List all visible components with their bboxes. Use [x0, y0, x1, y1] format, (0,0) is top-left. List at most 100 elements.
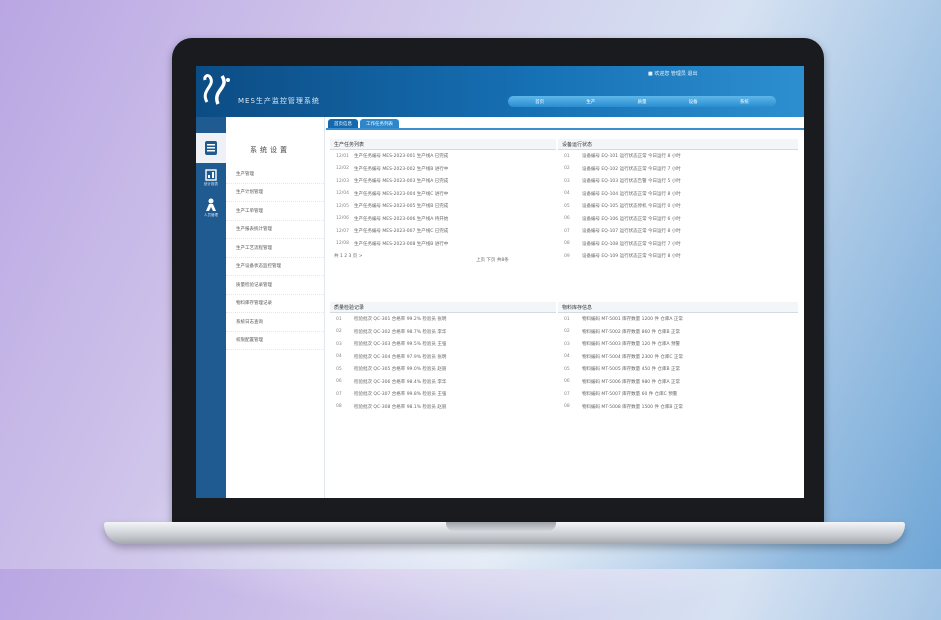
menu-item[interactable]: 生产报表统计管理 [226, 221, 324, 239]
row-text: 设备编号 EQ-107 运行状态正常 今日运行 8 小时 [582, 229, 681, 235]
row-text: 生产任务编号 MES-2023-004 生产线C 进行中 [354, 191, 449, 197]
list-item[interactable]: 08 设备编号 EQ-108 运行状态正常 今日运行 7 小时 [558, 238, 798, 251]
top-nav-item-production[interactable]: 生产 [586, 99, 595, 105]
list-item[interactable]: 02 检验批次 QC-302 合格率 98.7% 检验员 李华 [330, 326, 556, 339]
row-text: 检验批次 QC-301 合格率 99.2% 检验员 张明 [354, 317, 447, 323]
list-item[interactable]: 01 设备编号 EQ-101 运行状态正常 今日运行 8 小时 [558, 150, 798, 163]
row-date: 04 [336, 354, 342, 360]
list-item[interactable]: 12/06 生产任务编号 MES-2023-006 生产线A 待开始 [330, 213, 556, 226]
row-text: 检验批次 QC-307 合格率 99.8% 检验员 王强 [354, 392, 447, 398]
row-text: 设备编号 EQ-102 运行状态正常 今日运行 7 小时 [582, 166, 681, 172]
row-date: 07 [564, 391, 570, 397]
list-item[interactable]: 06 检验批次 QC-306 合格率 98.4% 检验员 李华 [330, 376, 556, 389]
app-header: MES生产监控管理系统 ■ 欢迎您 管理员 退出 首页 生产 质量 设备 系统 [196, 66, 804, 117]
row-date: 12/05 [336, 203, 349, 209]
app-logo-icon [203, 74, 230, 105]
list-item[interactable]: 06 设备编号 EQ-106 运行状态正常 今日运行 6 小时 [558, 213, 798, 226]
menu-title: 系统设置 [250, 146, 290, 154]
row-text: 生产任务编号 MES-2023-001 生产线A 已完成 [354, 154, 449, 160]
row-date: 06 [336, 379, 342, 385]
chart-icon [205, 169, 217, 181]
row-date: 12/02 [336, 166, 349, 172]
list-item[interactable]: 04 检验批次 QC-304 合格率 97.9% 检验员 张明 [330, 351, 556, 364]
top-nav-item-equipment[interactable]: 设备 [689, 99, 698, 105]
row-date: 03 [564, 341, 570, 347]
icon-sidebar-reports[interactable]: 统计报表 [196, 163, 226, 193]
icon-sidebar-people[interactable]: 人员管理 [196, 193, 226, 223]
row-date: 08 [336, 404, 342, 410]
icon-sidebar-people-label: 人员管理 [204, 213, 218, 217]
list-item[interactable]: 12/08 生产任务编号 MES-2023-008 生产线B 进行中 [330, 238, 556, 251]
row-date: 04 [564, 354, 570, 360]
row-text: 设备编号 EQ-108 运行状态正常 今日运行 7 小时 [582, 241, 681, 247]
list-item[interactable]: 01 检验批次 QC-301 合格率 99.2% 检验员 张明 [330, 313, 556, 326]
list-item[interactable]: 03 检验批次 QC-303 合格率 99.5% 检验员 王强 [330, 338, 556, 351]
main-content: 首页信息 工作任务列表 生产任务列表 12/01 生产任务编号 MES-2023-… [326, 117, 804, 498]
list-item[interactable]: 07 设备编号 EQ-107 运行状态正常 今日运行 8 小时 [558, 225, 798, 238]
list-item[interactable]: 07 检验批次 QC-307 合格率 99.8% 检验员 王强 [330, 388, 556, 401]
list-item[interactable]: 02 物料编码 MT-5002 库存数量 860 件 仓库B 正常 [558, 326, 798, 339]
list-item[interactable]: 12/05 生产任务编号 MES-2023-005 生产线B 已完成 [330, 200, 556, 213]
person-icon [206, 198, 216, 211]
menu-item[interactable]: 权限配置管理 [226, 332, 324, 350]
row-date: 06 [564, 379, 570, 385]
list-item[interactable]: 01 物料编码 MT-5001 库存数量 1200 件 仓库A 正常 [558, 313, 798, 326]
panel-title: 物料库存信息 [558, 302, 798, 313]
icon-sidebar-documents[interactable] [196, 133, 226, 163]
list-item[interactable]: 12/07 生产任务编号 MES-2023-007 生产线C 已完成 [330, 225, 556, 238]
menu-item[interactable]: 生产管理 [226, 165, 324, 184]
row-date: 05 [564, 366, 570, 372]
row-date: 08 [564, 404, 570, 410]
row-date: 02 [336, 329, 342, 335]
list-item[interactable]: 06 物料编码 MT-5006 库存数量 980 件 仓库A 正常 [558, 376, 798, 389]
list-item[interactable]: 09 设备编号 EQ-109 运行状态正常 今日运行 8 小时 [558, 250, 798, 263]
menu-item[interactable]: 生产工单管理 [226, 202, 324, 221]
list-item[interactable]: 05 检验批次 QC-305 合格率 99.0% 检验员 赵丽 [330, 363, 556, 376]
top-nav-item-quality[interactable]: 质量 [637, 99, 646, 105]
row-date: 04 [564, 191, 570, 197]
list-item[interactable]: 12/03 生产任务编号 MES-2023-003 生产线A 已完成 [330, 175, 556, 188]
row-text: 检验批次 QC-303 合格率 99.5% 检验员 王强 [354, 342, 447, 348]
list-item[interactable]: 12/02 生产任务编号 MES-2023-002 生产线B 进行中 [330, 163, 556, 176]
list-item[interactable]: 12/04 生产任务编号 MES-2023-004 生产线C 进行中 [330, 188, 556, 201]
list-item[interactable]: 03 物料编码 MT-5003 库存数量 120 件 仓库A 预警 [558, 338, 798, 351]
pager-center[interactable]: 上页 下页 共8条 [476, 257, 509, 263]
row-date: 12/08 [336, 241, 349, 247]
panel-material-inventory: 物料库存信息 01 物料编码 MT-5001 库存数量 1200 件 仓库A 正常… [558, 302, 798, 413]
list-item[interactable]: 04 物料编码 MT-5004 库存数量 2300 件 仓库C 正常 [558, 351, 798, 364]
row-date: 03 [564, 178, 570, 184]
list-item[interactable]: 05 物料编码 MT-5005 库存数量 450 件 仓库B 正常 [558, 363, 798, 376]
menu-item[interactable]: 物料库存管理记录 [226, 295, 324, 313]
row-date: 09 [564, 253, 570, 259]
icon-sidebar-reports-label: 统计报表 [204, 182, 218, 186]
menu-item[interactable]: 生产工艺流程管理 [226, 239, 324, 258]
list-item[interactable]: 03 设备编号 EQ-103 运行状态告警 今日运行 5 小时 [558, 175, 798, 188]
row-text: 物料编码 MT-5001 库存数量 1200 件 仓库A 正常 [582, 317, 683, 323]
list-item[interactable]: 04 设备编号 EQ-104 运行状态正常 今日运行 8 小时 [558, 188, 798, 201]
list-item[interactable]: 02 设备编号 EQ-102 运行状态正常 今日运行 7 小时 [558, 163, 798, 176]
row-date: 01 [564, 153, 570, 159]
menu-item[interactable]: 系统日志查询 [226, 313, 324, 332]
menu-item[interactable]: 生产计划管理 [226, 184, 324, 202]
top-nav-item-home[interactable]: 首页 [535, 99, 544, 105]
pager-left[interactable]: 共 1 2 3 页 > [334, 253, 363, 259]
row-date: 05 [564, 203, 570, 209]
list-item[interactable]: 08 检验批次 QC-308 合格率 98.1% 检验员 赵丽 [330, 401, 556, 414]
menu-item[interactable]: 质量检验记录管理 [226, 276, 324, 295]
list-item[interactable]: 05 设备编号 EQ-105 运行状态停机 今日运行 0 小时 [558, 200, 798, 213]
row-date: 12/06 [336, 216, 349, 222]
row-date: 12/04 [336, 191, 349, 197]
top-nav-item-system[interactable]: 系统 [740, 99, 749, 105]
list-item[interactable]: 07 物料编码 MT-5007 库存数量 60 件 仓库C 预警 [558, 388, 798, 401]
list-item[interactable]: 12/01 生产任务编号 MES-2023-001 生产线A 已完成 [330, 150, 556, 163]
row-date: 05 [336, 366, 342, 372]
row-date: 07 [336, 391, 342, 397]
row-text: 物料编码 MT-5005 库存数量 450 件 仓库B 正常 [582, 367, 681, 373]
laptop-notch [446, 522, 556, 531]
row-text: 设备编号 EQ-104 运行状态正常 今日运行 8 小时 [582, 191, 681, 197]
menu-item[interactable]: 生产设备状态监控管理 [226, 258, 324, 276]
row-text: 设备编号 EQ-106 运行状态正常 今日运行 6 小时 [582, 216, 681, 222]
user-info[interactable]: ■ 欢迎您 管理员 退出 [648, 70, 698, 77]
list-item[interactable]: 08 物料编码 MT-5008 库存数量 1500 件 仓库B 正常 [558, 401, 798, 414]
row-text: 设备编号 EQ-103 运行状态告警 今日运行 5 小时 [582, 179, 681, 185]
